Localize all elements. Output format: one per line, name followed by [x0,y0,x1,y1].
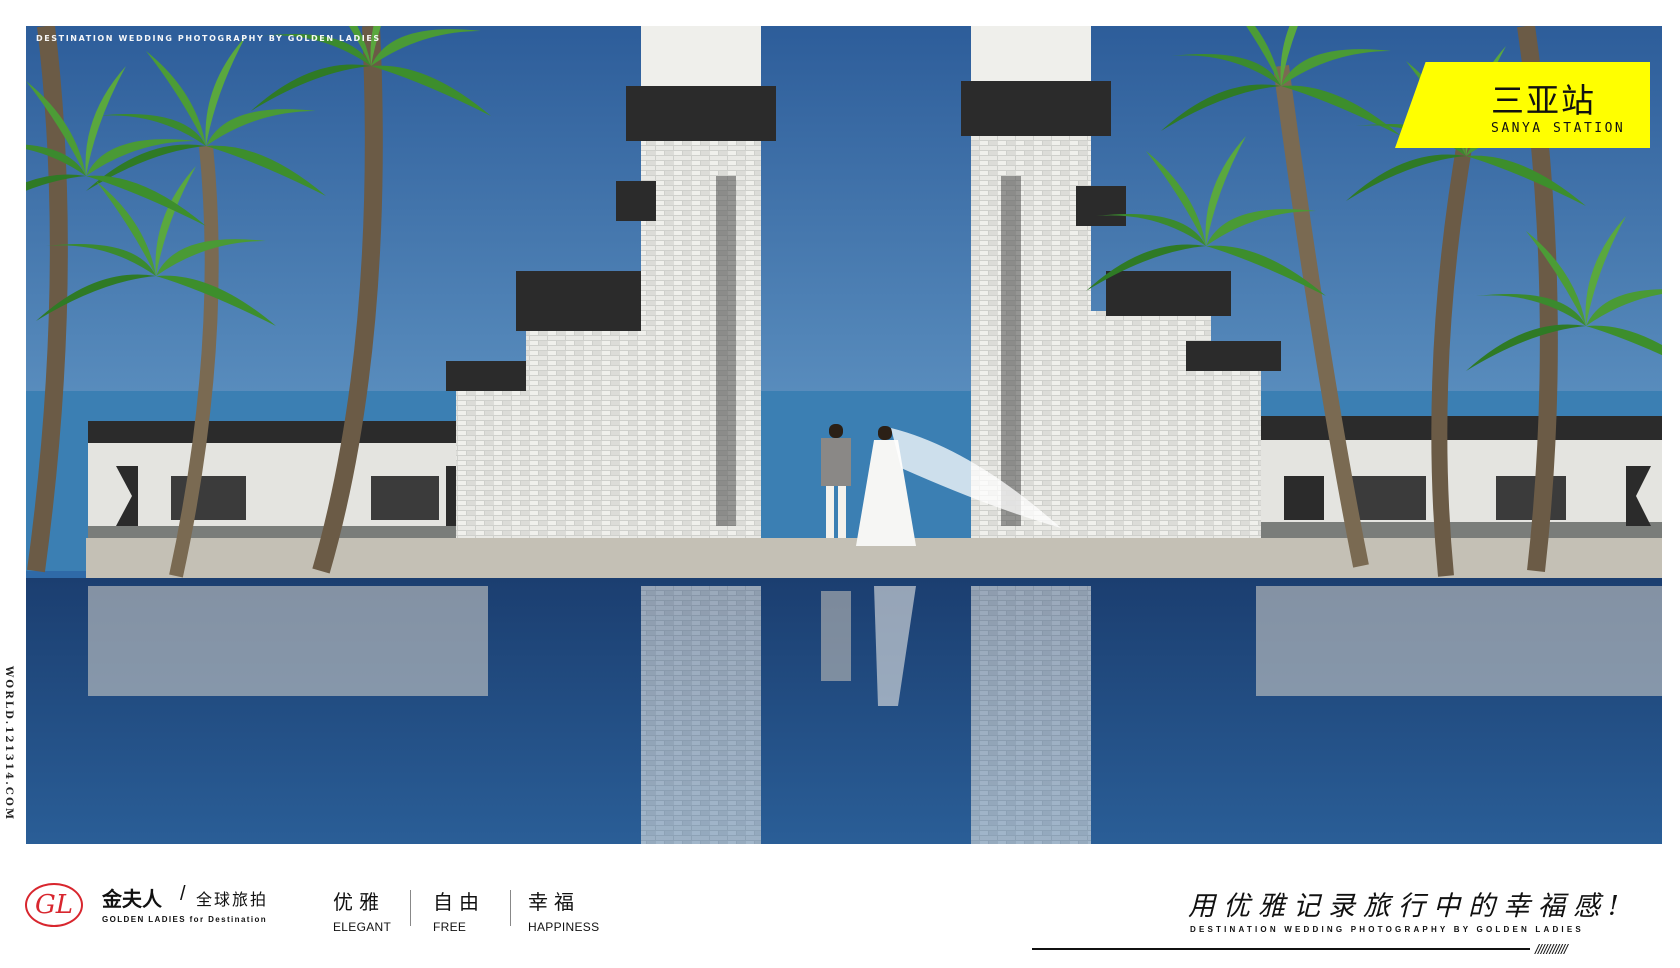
value-en: HAPPINESS [528,920,600,934]
value-elegant: 优雅 ELEGANT [333,886,391,934]
scene-illustration [26,26,1662,844]
value-en: ELEGANT [333,920,392,934]
value-cn: 自由 [433,892,485,914]
divider [510,890,511,926]
brand-english-name: GOLDEN LADIES for Destination [102,915,268,924]
golden-ladies-logo-icon: GL [25,883,83,927]
divider [410,890,411,926]
value-en: FREE [433,920,467,934]
brand-name: 金夫人 [102,889,162,911]
hatch-mark: /////////// [1535,941,1568,957]
brand-tagline: 全球旅拍 [196,892,269,909]
station-badge: 三亚站 SANYA STATION [1395,62,1650,148]
top-caption: DESTINATION WEDDING PHOTOGRAPHY BY GOLDE… [36,34,381,43]
station-subtitle: SANYA STATION [1491,121,1626,136]
footer: GL 金夫人 / 全球旅拍 GOLDEN LADIES for Destinat… [0,846,1680,968]
station-title: 三亚站 [1491,81,1596,120]
right-wall [1256,416,1662,540]
value-cn: 幸福 [528,892,580,914]
value-happiness: 幸福 HAPPINESS [528,886,599,934]
hero-photo: DESTINATION WEDDING PHOTOGRAPHY BY GOLDE… [26,26,1662,844]
value-cn: 优雅 [333,892,385,914]
sky [26,26,1662,416]
slogan-english: DESTINATION WEDDING PHOTOGRAPHY BY GOLDE… [1190,925,1584,934]
value-free: 自由 FREE [433,886,485,934]
side-website-url: WORLD.121314.COM [3,666,14,822]
slogan: 用优雅记录旅行中的幸福感! [1188,891,1627,922]
brand-slash: / [180,883,186,905]
footer-rule [1032,948,1530,950]
left-wall [88,421,488,544]
